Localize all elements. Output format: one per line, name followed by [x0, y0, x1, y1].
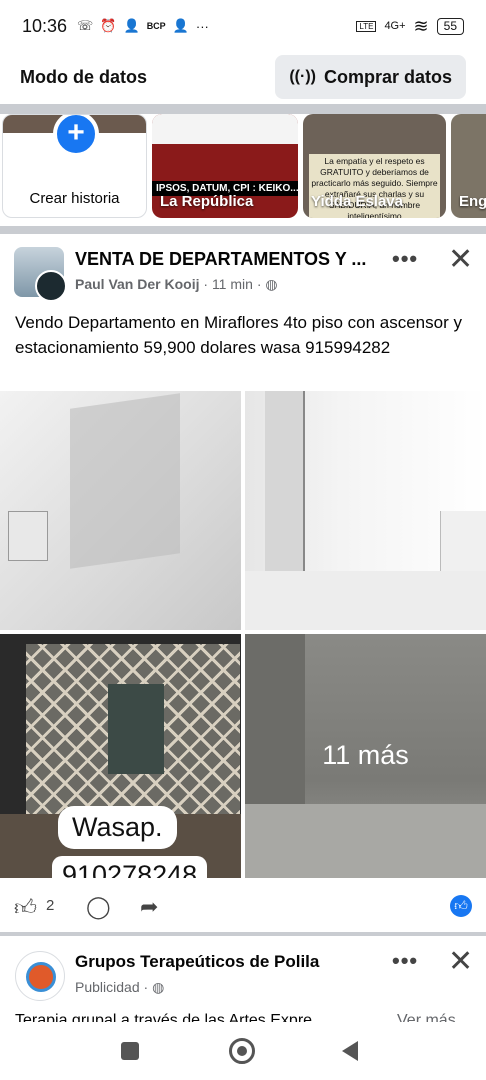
broadcast-icon: ((·)): [289, 68, 316, 85]
create-story-card[interactable]: + Crear historia: [2, 114, 147, 218]
close-icon[interactable]: ✕: [448, 944, 473, 979]
status-system-icons: LTE 4G+ ≋ 55: [356, 16, 464, 37]
close-icon[interactable]: ✕: [448, 242, 473, 277]
globe-icon: ◍: [152, 979, 165, 995]
story-table-image: [152, 114, 298, 144]
overflow-dots-icon: ···: [195, 18, 209, 34]
advertiser-logo: [26, 962, 56, 992]
no-call-icon: ☏: [77, 18, 94, 33]
story-author: Yidda Eslava: [311, 193, 403, 210]
lte-icon: LTE: [356, 20, 377, 32]
photo-cabinet: [8, 511, 48, 561]
more-photos-count[interactable]: 11 más: [245, 740, 486, 771]
like-icon[interactable]: 👍︎: [14, 894, 37, 921]
advertiser-avatar[interactable]: [15, 951, 65, 1001]
data-mode-title: Modo de datos: [20, 66, 147, 87]
photo-entrance: [108, 684, 164, 774]
story-author: Eng: [459, 193, 486, 210]
post-header: VENTA DE DEPARTAMENTOS Y ... Paul Van De…: [0, 234, 486, 304]
section-divider: [0, 104, 486, 114]
post-actions-bar: 👍︎ 2 ◯ ➦ 👍︎: [0, 886, 486, 928]
system-nav-bar: [0, 1024, 486, 1080]
photo-caption: Wasap.: [58, 806, 177, 849]
story-author: La República: [160, 193, 254, 210]
person-icon-2: 👤: [172, 18, 189, 33]
post-photo[interactable]: [0, 391, 241, 630]
create-story-label: Crear historia: [29, 190, 120, 207]
photo-wall-shade: [70, 393, 180, 569]
signal-icon: 4G+: [384, 20, 406, 32]
more-dots-icon[interactable]: •••: [392, 948, 418, 974]
status-time: 10:36: [22, 15, 68, 36]
story-card[interactable]: IPSOS, DATUM, CPI : KEIKO... A SEGU La R…: [152, 114, 298, 218]
buy-data-button[interactable]: ((·)) Comprar datos: [275, 55, 466, 99]
status-bar: 10:36 ☏ ⏰ 👤 BCP 👤 ··· LTE 4G+ ≋ 55: [0, 0, 486, 52]
photo-floor: [245, 804, 486, 878]
author-avatar[interactable]: [35, 270, 67, 302]
section-divider: [0, 932, 486, 936]
home-icon[interactable]: [229, 1038, 255, 1064]
globe-icon: ◍: [265, 276, 278, 292]
meta-separator: ·: [143, 979, 153, 995]
advertiser-name[interactable]: Grupos Terapeúticos de Polila: [75, 952, 319, 972]
like-count[interactable]: 2: [46, 897, 54, 914]
post-photo[interactable]: [245, 391, 486, 630]
post-body: Vendo Departamento en Miraflores 4to pis…: [15, 313, 462, 357]
story-card[interactable]: La empatía y el respeto es GRATUITO y de…: [303, 114, 446, 218]
recent-apps-icon[interactable]: [121, 1042, 139, 1060]
buy-data-label: Comprar datos: [323, 66, 452, 87]
ad-meta: Publicidad · ◍: [75, 979, 164, 996]
plus-icon: +: [53, 115, 99, 157]
stories-tray[interactable]: + Crear historia IPSOS, DATUM, CPI : KEI…: [0, 114, 486, 222]
share-icon[interactable]: ➦: [140, 894, 158, 920]
author-name[interactable]: Paul Van Der Kooij: [75, 276, 199, 292]
like-reaction-badge[interactable]: 👍︎: [450, 895, 472, 917]
wifi-icon: ≋: [413, 15, 429, 36]
post-time[interactable]: 11 min: [212, 276, 253, 292]
status-notification-icons: ☏ ⏰ 👤 BCP 👤 ···: [77, 18, 209, 34]
photo-floor: [245, 571, 486, 630]
photo-door: [265, 391, 305, 571]
data-mode-bar: Modo de datos ((·)) Comprar datos: [0, 52, 486, 102]
person-icon: 👤: [123, 18, 140, 33]
alarm-icon: ⏰: [100, 18, 117, 33]
battery-indicator: 55: [436, 17, 464, 35]
sponsored-label: Publicidad: [75, 979, 140, 995]
back-icon[interactable]: [342, 1041, 358, 1061]
comment-icon[interactable]: ◯: [86, 894, 111, 920]
photo-phone-number: 910278248: [52, 856, 208, 878]
group-title[interactable]: VENTA DE DEPARTAMENTOS Y ...: [75, 249, 366, 270]
more-dots-icon[interactable]: •••: [392, 246, 418, 272]
see-more-link[interactable]: Ver más: [397, 1012, 456, 1022]
ad-body: Terapia grupal a través de las Artes Exp…: [15, 1012, 475, 1022]
post-meta: Paul Van Der Kooij · 11 min · ◍: [75, 276, 278, 293]
story-card[interactable]: Eng: [451, 114, 486, 218]
meta-separator: ·: [203, 276, 212, 292]
bcp-badge: BCP: [146, 21, 166, 31]
ad-body-text: Terapia grupal a través de las Artes Exp…: [15, 1012, 313, 1022]
section-divider: [0, 226, 486, 234]
